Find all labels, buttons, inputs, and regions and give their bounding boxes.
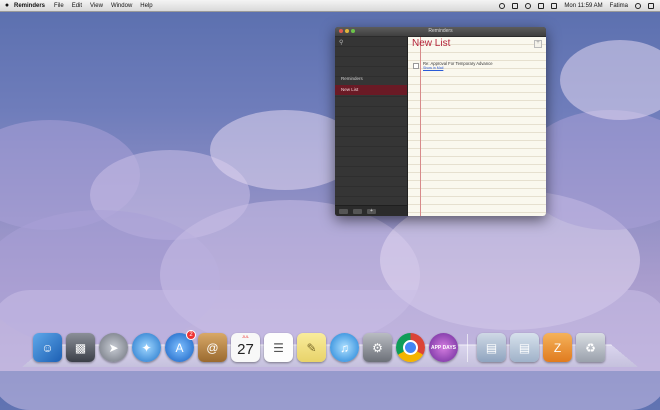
margin-line [420, 37, 421, 216]
preferences-icon[interactable]: ⚙ [363, 333, 392, 362]
sidebar-item-new-list[interactable]: New List [335, 85, 407, 95]
calendar-icon[interactable]: JUL 27 [231, 333, 260, 362]
trash-icon[interactable]: ♻ [576, 333, 605, 362]
sidebar-header-reminders[interactable]: Reminders [335, 74, 407, 84]
add-list-button[interactable]: + [367, 209, 376, 214]
calendar-day: 27 [237, 341, 254, 358]
notification-center-icon[interactable] [648, 2, 654, 9]
time-machine-icon[interactable] [499, 2, 506, 9]
spotlight-icon[interactable] [635, 2, 641, 9]
dock-separator [467, 334, 468, 362]
menu-window[interactable]: Window [111, 3, 132, 9]
calendar-month: JUL [241, 334, 250, 339]
list-title: New List [412, 38, 451, 49]
bluetooth-icon[interactable] [512, 2, 519, 9]
apple-menu-icon[interactable]: ● [0, 2, 14, 9]
archive-icon[interactable]: Z [543, 333, 572, 362]
chrome-icon[interactable] [396, 333, 425, 362]
battery-icon[interactable] [551, 2, 558, 9]
wifi-icon[interactable] [525, 2, 532, 9]
documents-folder-icon[interactable]: ▤ [477, 333, 506, 362]
volume-icon[interactable] [538, 2, 545, 9]
calendar-view-icon[interactable] [353, 209, 362, 214]
appdays-label: APP DAYS [430, 344, 456, 351]
launchpad-icon[interactable]: ➤ [99, 333, 128, 362]
sidebar-toolbar: + [335, 205, 407, 216]
sidebar: ⚲ Reminders New List + [335, 37, 407, 216]
migration-icon[interactable]: ▩ [66, 333, 95, 362]
menu-bar: ● Reminders File Edit View Window Help M… [0, 0, 660, 12]
downloads-folder-icon[interactable]: ▤ [510, 333, 539, 362]
contacts-icon[interactable]: @ [198, 333, 227, 362]
app-store-icon[interactable]: A 2 [165, 330, 196, 362]
menu-clock[interactable]: Mon 11:59 AM [564, 3, 602, 9]
app-store-badge: 2 [186, 330, 196, 340]
appdays-icon[interactable]: APP DAYS [429, 333, 458, 362]
menu-file[interactable]: File [54, 3, 64, 9]
search-icon[interactable]: ⚲ [339, 39, 343, 46]
menu-view[interactable]: View [90, 3, 103, 9]
reminder-show-in-mail-link[interactable]: Show in Mail [423, 66, 443, 70]
dock: ☺ ▩ ➤ ✦ A 2 @ JUL 27 ☰ ✎ ♫ ⚙ APP DAYS ▤ … [33, 328, 605, 362]
menu-edit[interactable]: Edit [72, 3, 82, 9]
title-bar[interactable]: Reminders [335, 27, 546, 37]
itunes-icon[interactable]: ♫ [330, 333, 359, 362]
notes-icon[interactable]: ✎ [297, 333, 326, 362]
add-reminder-button[interactable]: + [534, 40, 542, 48]
window-title: Reminders [428, 28, 453, 34]
show-calendar-icon[interactable] [339, 209, 348, 214]
menu-help[interactable]: Help [140, 3, 152, 9]
menu-user[interactable]: Fatima [610, 3, 628, 9]
reminder-checkbox[interactable] [413, 63, 419, 69]
reminders-icon[interactable]: ☰ [264, 333, 293, 362]
reminder-list-pane: New List + Re: Approval For Temporary Ad… [407, 37, 546, 216]
menu-app-name[interactable]: Reminders [14, 3, 45, 9]
finder-icon[interactable]: ☺ [33, 333, 62, 362]
reminders-window: Reminders ⚲ Reminders New List + New Lis… [335, 27, 546, 216]
safari-icon[interactable]: ✦ [132, 333, 161, 362]
